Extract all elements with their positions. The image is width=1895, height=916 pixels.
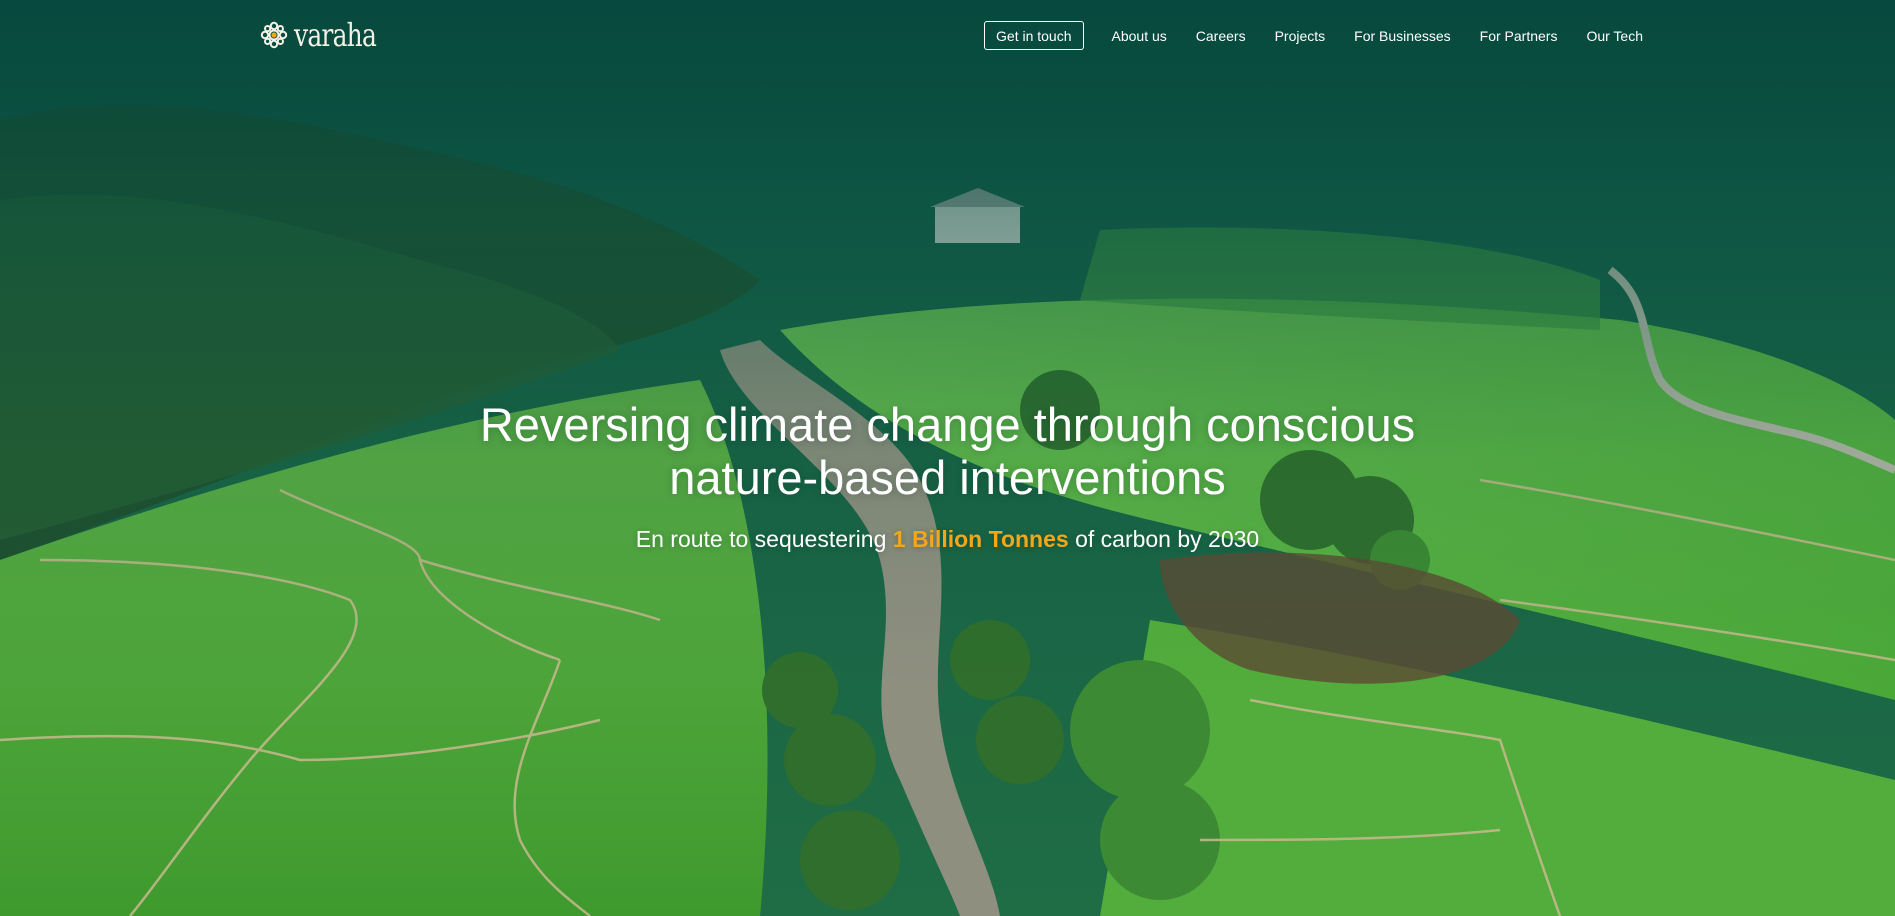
flower-sun-icon: [260, 21, 288, 49]
nav-link-about-us[interactable]: About us: [1112, 28, 1167, 44]
nav-link-careers[interactable]: Careers: [1196, 28, 1246, 44]
subheadline-suffix: of carbon by 2030: [1068, 526, 1260, 552]
main-nav: Get in touch About us Careers Projects F…: [984, 21, 1643, 50]
logo-wordmark: varaha: [294, 16, 377, 54]
get-in-touch-button[interactable]: Get in touch: [984, 21, 1084, 50]
hero-headline-line-2: nature-based interventions: [669, 451, 1226, 504]
site-header: varaha Get in touch About us Careers Pro…: [0, 0, 1895, 72]
nav-link-for-businesses[interactable]: For Businesses: [1354, 28, 1450, 44]
subheadline-prefix: En route to sequestering: [635, 526, 893, 552]
nav-link-for-partners[interactable]: For Partners: [1480, 28, 1558, 44]
hero-headline: Reversing climate change through conscio…: [0, 398, 1895, 504]
nav-link-our-tech[interactable]: Our Tech: [1586, 28, 1643, 44]
nav-link-projects[interactable]: Projects: [1275, 28, 1326, 44]
logo-link[interactable]: varaha: [260, 14, 399, 56]
hero-subheadline: En route to sequestering 1 Billion Tonne…: [0, 525, 1895, 553]
hero-headline-line-1: Reversing climate change through conscio…: [479, 398, 1416, 451]
subheadline-highlight: 1 Billion Tonnes: [892, 526, 1069, 552]
